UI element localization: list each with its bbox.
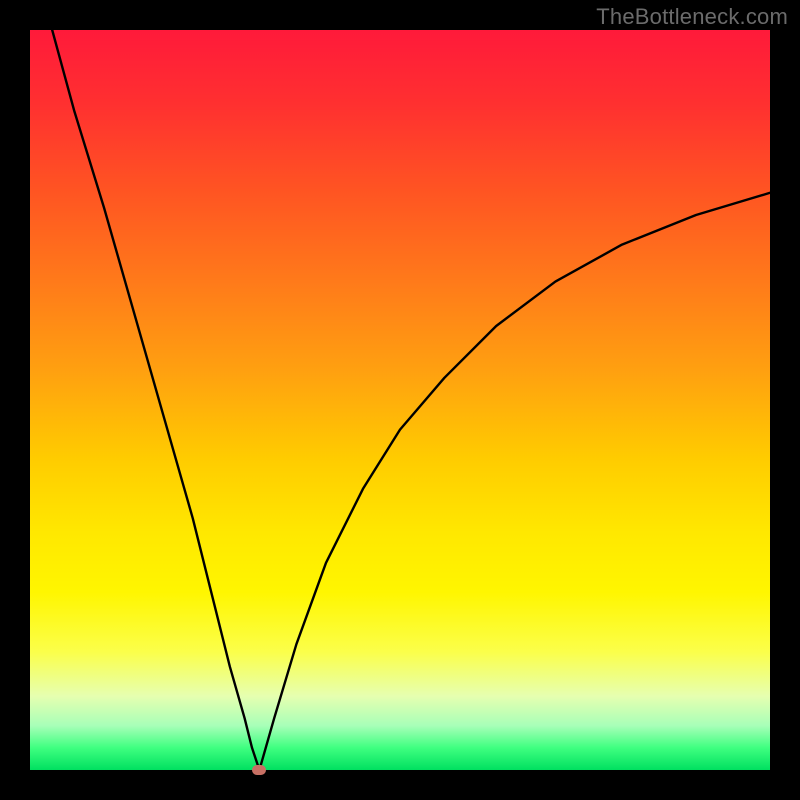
plot-area <box>30 30 770 770</box>
curve-right-branch <box>259 193 770 770</box>
curve-svg <box>30 30 770 770</box>
minimum-marker <box>252 765 266 775</box>
watermark-text: TheBottleneck.com <box>596 4 788 30</box>
curve-left-branch <box>52 30 259 770</box>
chart-frame: TheBottleneck.com <box>0 0 800 800</box>
